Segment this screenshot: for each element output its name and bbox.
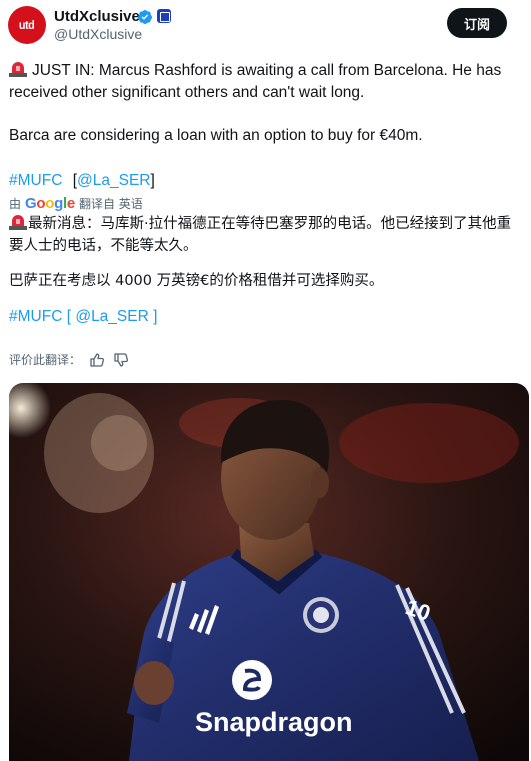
- hashtag-link[interactable]: #MUFC: [9, 172, 62, 189]
- translation-mention-link[interactable]: @La_SER: [75, 308, 148, 325]
- subscribe-button[interactable]: 订阅: [447, 8, 507, 38]
- tweet-text-line1: JUST IN: Marcus Rashford is awaiting a c…: [9, 60, 519, 104]
- translation-line1: 最新消息：马库斯·拉什福德正在等待巴塞罗那的电话。他已经接到了其他重要人士的电话…: [9, 213, 524, 257]
- verified-badge-icon: [137, 10, 152, 24]
- rate-translation-label: 评价此翻译：: [9, 353, 82, 367]
- translation-line1-content: 最新消息：马库斯·拉什福德正在等待巴塞罗那的电话。他已经接到了其他重要人士的电话…: [9, 216, 512, 254]
- thumbs-down-icon[interactable]: [113, 352, 129, 368]
- mention-bracket-close: ]: [150, 172, 155, 189]
- tweet-tags: #MUFC [@La_SER]: [9, 170, 519, 192]
- sponsor-text: Snapdragon: [195, 707, 353, 737]
- rate-translation-row: 评价此翻译：: [9, 351, 129, 368]
- translated-by-row: 由 Google 翻译自 英语: [9, 195, 143, 212]
- avatar[interactable]: utd: [8, 6, 46, 44]
- author-handle[interactable]: @UtdXclusive: [54, 26, 142, 42]
- affiliate-badge-icon: [157, 9, 171, 23]
- translation-line2: 巴萨正在考虑以 4000 万英镑€的价格租借并可选择购买。: [9, 273, 384, 289]
- google-logo: Google: [25, 195, 75, 212]
- avatar-logo-text: utd: [19, 18, 35, 32]
- translation-mention-bracket-open: [: [66, 308, 72, 325]
- author-display-name[interactable]: UtdXclusive: [54, 8, 140, 26]
- tweet-media-photo[interactable]: Snapdragon 10: [9, 383, 529, 761]
- player-photo: Snapdragon 10: [9, 383, 529, 761]
- mention-link[interactable]: @La_SER: [77, 172, 150, 189]
- siren-emoji-icon: [9, 62, 27, 77]
- translated-from-label[interactable]: 翻译自 英语: [79, 195, 143, 212]
- translated-by-label: 由: [9, 197, 22, 211]
- tweet-text-line2: Barca are considering a loan with an opt…: [9, 127, 423, 144]
- translation-tags: #MUFC [ @La_SER ]: [9, 306, 524, 328]
- translation-hashtag-link[interactable]: #MUFC: [9, 308, 62, 325]
- thumbs-up-icon[interactable]: [89, 352, 105, 368]
- tweet-text-line1-content: JUST IN: Marcus Rashford is awaiting a c…: [9, 62, 502, 101]
- siren-emoji-icon: [9, 215, 27, 230]
- translation-mention-bracket-close: ]: [153, 308, 158, 325]
